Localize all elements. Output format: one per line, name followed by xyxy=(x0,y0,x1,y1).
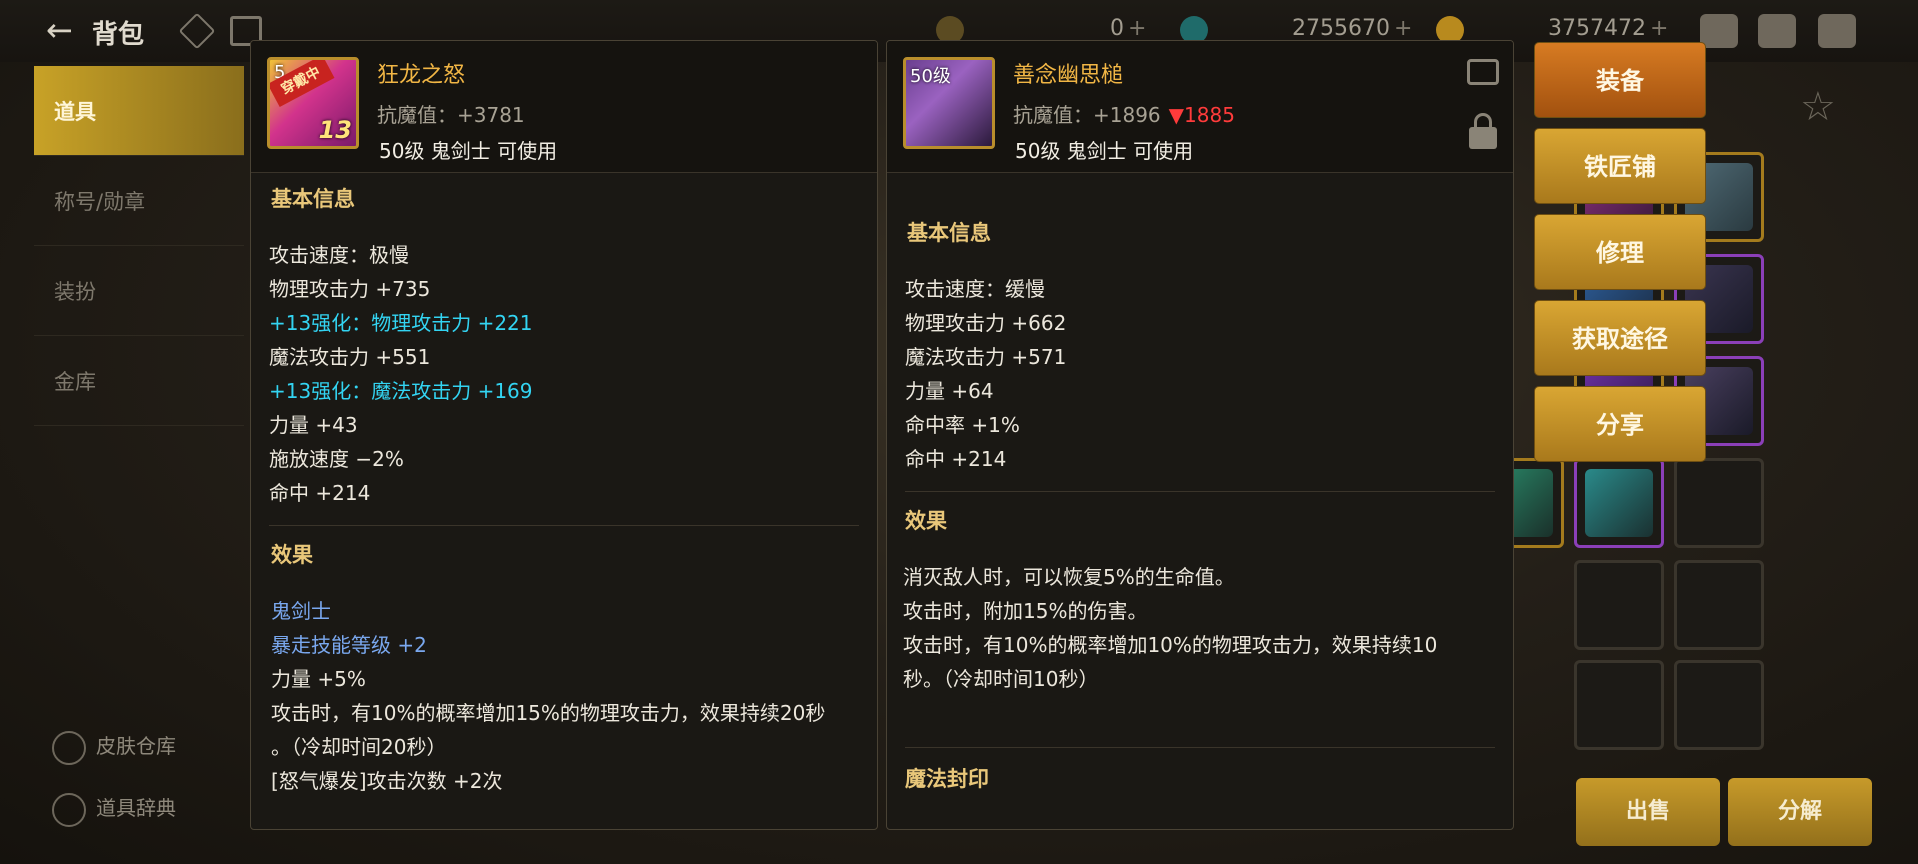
compare-item-panel: 50级 善念幽思槌 抗魔值：+1896 ▼1885 50级 鬼剑士 可使用 基本信… xyxy=(886,40,1514,830)
share-button[interactable]: 分享 xyxy=(1534,386,1706,462)
inventory-slot[interactable] xyxy=(1674,560,1764,650)
anti-magic-diff: ▼1885 xyxy=(1168,103,1235,127)
skin-storage-icon xyxy=(52,730,86,765)
item-name: 狂龙之怒 xyxy=(377,63,466,88)
effect-line: [怒气爆发]攻击次数 +2次 xyxy=(271,769,503,793)
sidebar-item-avatar[interactable]: 装扮 xyxy=(34,246,244,336)
anti-magic-value: 抗魔值：+3781 xyxy=(377,103,525,127)
skin-storage-link[interactable]: 皮肤仓库 xyxy=(52,730,176,765)
divider xyxy=(905,747,1495,748)
repair-button[interactable]: 修理 xyxy=(1534,214,1706,290)
effect-line: 力量 +5% xyxy=(271,667,366,691)
equip-button[interactable]: 装备 xyxy=(1534,42,1706,118)
effect-line: 消灭敌人时，可以恢复5%的生命值。 xyxy=(903,565,1235,589)
stat-line: 魔法攻击力 +571 xyxy=(905,345,1067,369)
sidebar: 道具 称号/勋章 装扮 金库 皮肤仓库 道具辞典 xyxy=(0,62,244,864)
effect-title: 效果 xyxy=(905,509,947,533)
stat-line: 攻击速度：极慢 xyxy=(269,243,409,267)
star-icon[interactable]: ☆ xyxy=(1800,84,1836,130)
stat-line: 物理攻击力 +735 xyxy=(269,277,431,301)
effect-line: 攻击时，有10%的概率增加15%的物理攻击力，效果持续20秒 xyxy=(271,701,826,725)
sell-button[interactable]: 出售 xyxy=(1576,778,1720,846)
dictionary-icon xyxy=(52,792,86,827)
effect-title: 效果 xyxy=(271,543,313,567)
effect-line: 暴走技能等级 +2 xyxy=(271,633,427,657)
divider xyxy=(905,491,1495,492)
obtain-method-button[interactable]: 获取途径 xyxy=(1534,300,1706,376)
divider xyxy=(269,525,859,526)
cake-icon[interactable] xyxy=(1700,14,1738,48)
stat-line: 力量 +43 xyxy=(269,413,358,437)
effect-line: 秒。（冷却时间10秒） xyxy=(903,667,1099,691)
sidebar-item-vault[interactable]: 金库 xyxy=(34,336,244,426)
inventory-slot[interactable] xyxy=(1674,458,1764,548)
stat-line: 命中率 +1% xyxy=(905,413,1020,437)
share-icon[interactable] xyxy=(1467,59,1499,85)
currency-1: 0 + xyxy=(1110,16,1147,41)
stat-line: 魔法攻击力 +551 xyxy=(269,345,431,369)
diamond-icon[interactable] xyxy=(178,12,216,50)
lock-icon[interactable] xyxy=(1469,113,1497,149)
equipped-item-panel: 5 穿戴中 13 狂龙之怒 抗魔值：+3781 50级 鬼剑士 可使用 基本信息… xyxy=(250,40,878,830)
stat-line: 命中 +214 xyxy=(269,481,371,505)
currency-2: 2755670 + xyxy=(1292,16,1413,41)
inventory-slot[interactable] xyxy=(1674,660,1764,750)
page-title: 背包 xyxy=(92,20,145,50)
item-header: 50级 善念幽思槌 抗魔值：+1896 ▼1885 50级 鬼剑士 可使用 xyxy=(887,41,1513,173)
sidebar-item-props[interactable]: 道具 xyxy=(34,66,244,156)
inventory-slot[interactable] xyxy=(1574,660,1664,750)
inventory-slot[interactable] xyxy=(1574,458,1664,548)
mail-icon[interactable] xyxy=(1758,14,1796,48)
inventory-slot[interactable] xyxy=(1574,560,1664,650)
effect-line: 。（冷却时间20秒） xyxy=(271,735,447,759)
stat-line: 命中 +214 xyxy=(905,447,1007,471)
usable-requirement: 50级 鬼剑士 可使用 xyxy=(1015,139,1194,163)
item-icon-dragon-rage: 5 穿戴中 13 xyxy=(267,57,359,149)
decompose-button[interactable]: 分解 xyxy=(1728,778,1872,846)
item-header: 5 穿戴中 13 狂龙之怒 抗魔值：+3781 50级 鬼剑士 可使用 xyxy=(251,41,877,173)
usable-requirement: 50级 鬼剑士 可使用 xyxy=(379,139,558,163)
effect-line: 攻击时，附加15%的伤害。 xyxy=(903,599,1148,623)
chat-icon[interactable] xyxy=(1818,14,1856,48)
sidebar-item-titles[interactable]: 称号/勋章 xyxy=(34,156,244,246)
item-icon-goodwill-mace: 50级 xyxy=(903,57,995,149)
stat-line: 攻击速度：缓慢 xyxy=(905,277,1045,301)
stat-line: +13强化：物理攻击力 +221 xyxy=(269,311,533,335)
back-arrow-icon[interactable]: ← xyxy=(46,12,86,48)
blacksmith-button[interactable]: 铁匠铺 xyxy=(1534,128,1706,204)
effect-line: 攻击时，有10%的概率增加10%的物理攻击力，效果持续10 xyxy=(903,633,1438,657)
item-dictionary-link[interactable]: 道具辞典 xyxy=(52,792,176,827)
stat-line: 物理攻击力 +662 xyxy=(905,311,1067,335)
enhance-level: 13 xyxy=(318,116,352,144)
stat-line: +13强化：魔法攻击力 +169 xyxy=(269,379,533,403)
effect-line: 鬼剑士 xyxy=(271,599,331,623)
basic-info-title: 基本信息 xyxy=(271,187,355,211)
item-name: 善念幽思槌 xyxy=(1013,63,1124,88)
basic-info-title: 基本信息 xyxy=(907,221,991,245)
currency-3: 3757472 + xyxy=(1548,16,1669,41)
stat-line: 力量 +64 xyxy=(905,379,994,403)
anti-magic-value: 抗魔值：+1896 ▼1885 xyxy=(1013,103,1235,127)
magic-seal-title: 魔法封印 xyxy=(905,767,989,791)
stat-line: 施放速度 −2% xyxy=(269,447,404,471)
